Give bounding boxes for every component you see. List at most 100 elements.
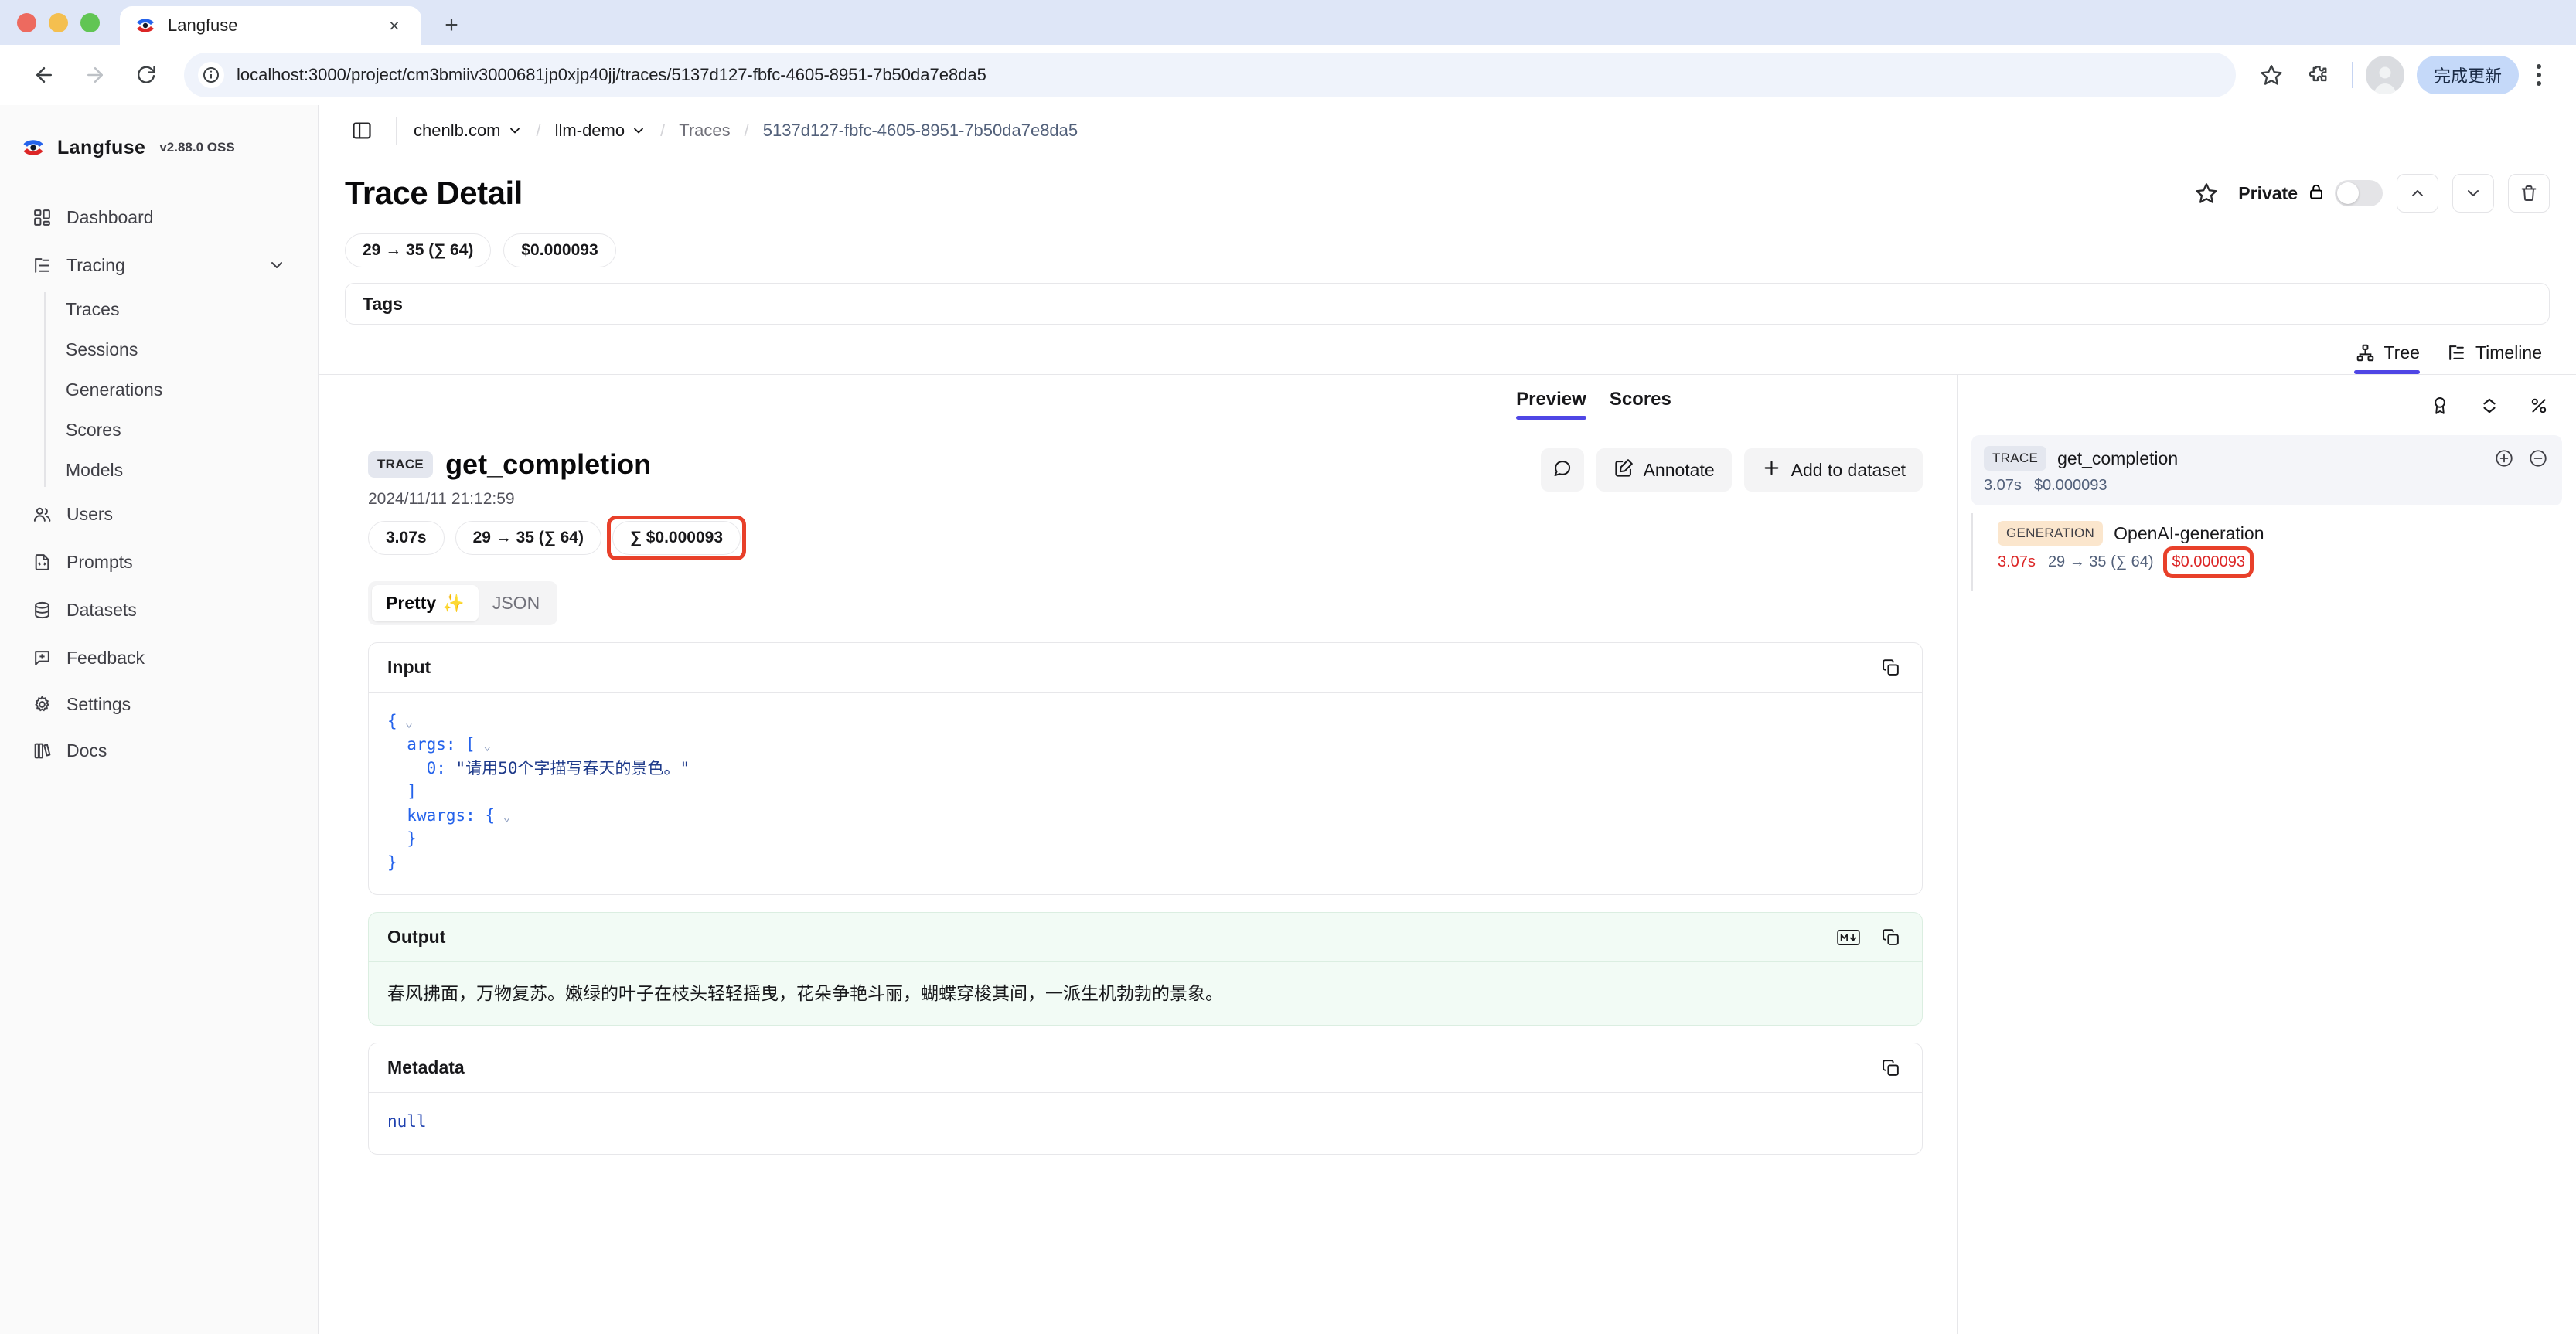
tab-tree[interactable]: Tree: [2354, 342, 2421, 374]
close-tab-button[interactable]: ×: [381, 12, 407, 39]
total-cost-label: ∑ $0.000093: [629, 529, 724, 546]
star-icon[interactable]: [2189, 175, 2224, 211]
tree-node-generation[interactable]: GENERATION OpenAI-generation 3.07s 29 → …: [1987, 513, 2562, 580]
latency-chip: 3.07s: [368, 521, 445, 555]
copy-icon[interactable]: [1877, 1057, 1903, 1080]
delete-trace-button[interactable]: [2508, 174, 2550, 213]
avatar[interactable]: [2365, 56, 2404, 94]
collapse-icon[interactable]: [2469, 387, 2510, 424]
minimize-window-button[interactable]: [49, 12, 68, 32]
sidebar-nav: Dashboard Tracing Traces Sessions Genera…: [0, 193, 318, 779]
cost-chip: $0.000093: [503, 233, 616, 267]
browser-tab[interactable]: Langfuse ×: [120, 6, 421, 45]
sidebar-item-settings[interactable]: Settings: [11, 682, 307, 727]
detail-content: Preview Scores TRACE get_completion 2024…: [319, 375, 2576, 1334]
address-bar[interactable]: localhost:3000/project/cm3bmiiv3000681jp…: [184, 53, 2236, 97]
node-type-badge: TRACE: [1984, 446, 2047, 471]
view-tabs-row: Tree Timeline: [319, 325, 2576, 374]
observation-name: get_completion: [445, 448, 652, 480]
page-title-row: Trace Detail Private: [319, 156, 2576, 223]
timeline-icon: [2446, 342, 2468, 363]
plus-circle-icon[interactable]: [2493, 447, 2516, 470]
address-bar-url: localhost:3000/project/cm3bmiiv3000681jp…: [237, 65, 986, 84]
sidebar-item-label: Dashboard: [66, 206, 154, 227]
breadcrumb-separator: /: [744, 121, 749, 140]
next-trace-button[interactable]: [2452, 174, 2494, 213]
sidebar-item-generations[interactable]: Generations: [44, 369, 318, 410]
private-toggle[interactable]: [2335, 180, 2383, 206]
node-latency: 3.07s: [1998, 553, 2036, 570]
reload-button[interactable]: [122, 51, 170, 99]
breadcrumb: chenlb.com / llm-demo / Traces / 5137d12…: [414, 121, 1078, 141]
breadcrumb-item-traces[interactable]: Traces: [679, 121, 730, 141]
update-button[interactable]: 完成更新: [2416, 56, 2519, 94]
copy-icon[interactable]: [1877, 926, 1903, 949]
sidebar-item-docs[interactable]: Docs: [11, 728, 307, 773]
format-option-pretty[interactable]: Pretty ✨: [372, 585, 479, 621]
sidebar: Langfuse v2.88.0 OSS Dashboard Tracing T…: [0, 105, 319, 1334]
tab-timeline[interactable]: Timeline: [2446, 342, 2542, 374]
add-to-dataset-button[interactable]: Add to dataset: [1743, 448, 1923, 492]
comment-button[interactable]: [1540, 448, 1584, 492]
tree-node-root[interactable]: TRACE get_completion 3.07s $0.000093: [1971, 435, 2562, 505]
previous-trace-button[interactable]: [2397, 174, 2438, 213]
forward-button[interactable]: [71, 51, 119, 99]
sidebar-item-label: Tracing: [66, 254, 125, 275]
percent-icon[interactable]: [2519, 387, 2559, 424]
breadcrumb-item-org[interactable]: chenlb.com: [414, 121, 523, 141]
bookmark-star-icon[interactable]: [2250, 53, 2293, 97]
breadcrumb-separator: /: [660, 121, 666, 140]
tags-box[interactable]: Tags: [345, 283, 2550, 325]
sidebar-item-models[interactable]: Models: [44, 450, 318, 490]
sidebar-item-feedback[interactable]: Feedback: [11, 635, 307, 680]
chevron-up-icon: [2412, 190, 2423, 196]
sidebar-item-dashboard[interactable]: Dashboard: [11, 195, 307, 240]
site-info-icon[interactable]: [198, 62, 224, 88]
extensions-puzzle-icon[interactable]: [2296, 53, 2339, 97]
sidebar-item-users[interactable]: Users: [11, 492, 307, 536]
markdown-icon[interactable]: [1835, 926, 1862, 949]
main-content: chenlb.com / llm-demo / Traces / 5137d12…: [319, 105, 2576, 1334]
minus-circle-icon[interactable]: [2527, 447, 2550, 470]
new-tab-button[interactable]: +: [432, 6, 471, 45]
window-controls: [17, 0, 120, 45]
tab-preview[interactable]: Preview: [1516, 389, 1586, 420]
langfuse-favicon-icon: [134, 14, 157, 37]
feedback-icon: [31, 647, 53, 669]
sparkles-icon: ✨: [442, 593, 465, 613]
page-actions: Private: [2189, 174, 2550, 213]
panel-toggle-icon[interactable]: [345, 114, 379, 148]
browser-tabstrip: Langfuse × +: [0, 0, 2576, 45]
sidebar-item-datasets[interactable]: Datasets: [11, 587, 307, 632]
breadcrumb-item-project[interactable]: llm-demo: [555, 121, 646, 141]
sidebar-item-prompts[interactable]: Prompts: [11, 539, 307, 584]
node-cost: $0.000093: [2163, 546, 2254, 578]
breadcrumb-separator: /: [536, 121, 541, 140]
annotate-button[interactable]: Annotate: [1596, 448, 1732, 492]
private-label: Private: [2238, 182, 2298, 203]
back-button[interactable]: [20, 51, 68, 99]
trace-tree-pane: TRACE get_completion 3.07s $0.000093 GEN…: [1958, 375, 2576, 1334]
tab-scores[interactable]: Scores: [1610, 389, 1671, 420]
browser-menu-icon[interactable]: [2522, 53, 2556, 97]
brand[interactable]: Langfuse v2.88.0 OSS: [0, 125, 318, 170]
sidebar-item-scores[interactable]: Scores: [44, 410, 318, 450]
medal-icon[interactable]: [2420, 387, 2460, 424]
input-card-header: Input: [369, 643, 1922, 693]
maximize-window-button[interactable]: [80, 12, 100, 32]
sidebar-item-tracing[interactable]: Tracing: [11, 243, 307, 288]
sidebar-item-sessions[interactable]: Sessions: [44, 329, 318, 369]
input-card: Input { ⌄ args: [ ⌄ 0: "请用50个字描写春天的景色。" …: [368, 642, 1923, 896]
json-line: args: [ ⌄: [407, 735, 492, 754]
token-usage-chip: 29 → 35 (∑ 64): [345, 233, 492, 267]
tree-children: GENERATION OpenAI-generation 3.07s 29 → …: [1971, 513, 2562, 591]
close-window-button[interactable]: [17, 12, 36, 32]
pane-tabs: Preview Scores: [334, 375, 1957, 420]
breadcrumb-item-trace-id[interactable]: 5137d127-fbfc-4605-8951-7b50da7e8da5: [763, 121, 1078, 141]
private-toggle-group[interactable]: Private: [2238, 180, 2383, 206]
format-option-json[interactable]: JSON: [479, 585, 554, 621]
sidebar-item-traces[interactable]: Traces: [44, 289, 318, 329]
browser-toolbar: localhost:3000/project/cm3bmiiv3000681jp…: [0, 45, 2576, 105]
chevron-down-icon[interactable]: [267, 255, 287, 275]
copy-icon[interactable]: [1877, 656, 1903, 679]
